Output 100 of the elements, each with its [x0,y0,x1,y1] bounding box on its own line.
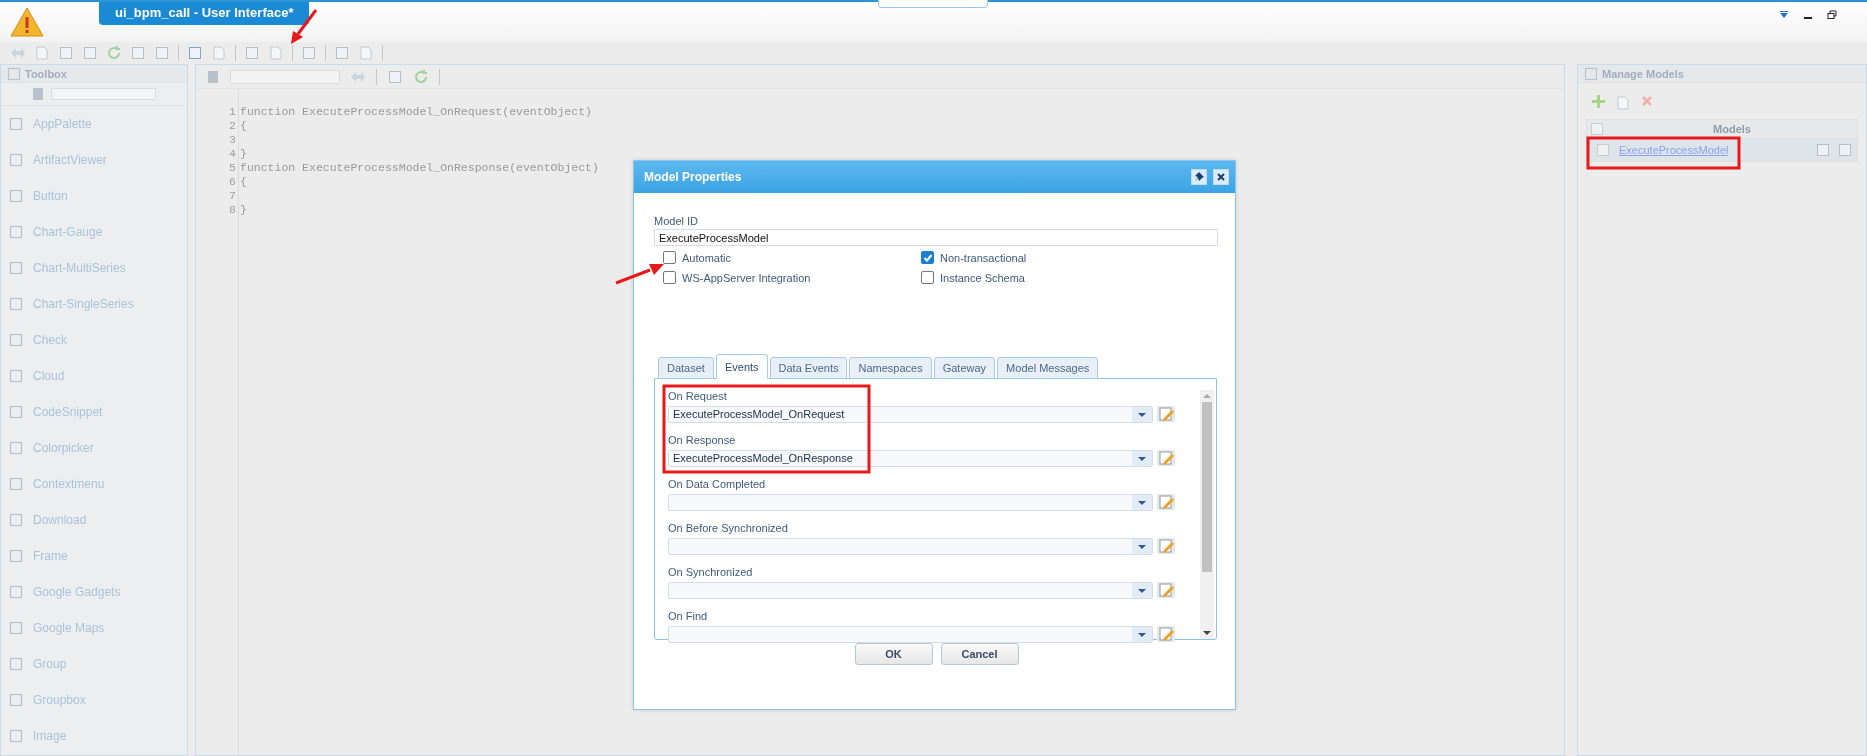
edit-script-icon[interactable] [1156,625,1176,643]
panel-icon [7,66,21,81]
dropdown-icon [1132,494,1152,510]
edit-script-icon[interactable] [1156,449,1176,467]
code-line: function ExecuteProcessModel_OnResponse(eventObject) [240,161,599,175]
event-select[interactable] [668,581,1153,599]
close-button[interactable] [1213,169,1229,185]
field-label: On Response [668,434,736,447]
dropdown-icon[interactable] [1779,10,1789,20]
toolbox-item[interactable]: Frame [1,538,187,574]
dropdown-icon [1132,538,1152,554]
field-label: On Before Synchronized [668,522,788,535]
search-field[interactable] [230,69,340,84]
toolbox-item[interactable]: ArtifactViewer [1,142,187,178]
field-label: On Request [668,390,727,403]
code-line: function ExecuteProcessModel_OnRequest(eventObject) [240,105,593,119]
dropdown-icon [1132,450,1152,466]
line-number: 8 [229,203,236,217]
toolbox-item[interactable]: Download [1,502,187,538]
toolbox-item[interactable]: Button [1,178,187,214]
tab[interactable]: Model Messages [997,357,1099,379]
toolbox-item[interactable]: Colorpicker [1,430,187,466]
component-icon [9,153,23,167]
close-icon [1216,172,1226,182]
restore-icon[interactable] [1827,10,1837,20]
event-select[interactable]: ExecuteProcessModel_OnRequest [668,405,1153,423]
edit-script-icon[interactable] [1156,405,1176,423]
tab[interactable]: Gateway [933,357,996,379]
component-icon [9,693,23,707]
event-select[interactable] [668,493,1153,511]
checkbox[interactable] [921,271,934,284]
checkbox[interactable] [663,251,676,264]
model-id-field[interactable]: ExecuteProcessModel [654,229,1218,246]
dialog-title: Model Properties [644,170,743,184]
scroll-down-icon [1203,630,1211,636]
edit-script-icon[interactable] [1156,581,1176,599]
add-icon[interactable] [1592,95,1605,108]
toolbox-item[interactable]: Google Gadgets [1,574,187,610]
refresh-icon[interactable] [106,45,122,61]
checkbox-label: Automatic [682,251,731,264]
line-number: 4 [229,147,236,161]
line-number: 3 [229,133,236,147]
field-label: Model ID [654,215,699,228]
component-icon [9,657,23,671]
toolbox-item[interactable]: Groupbox [1,682,187,718]
component-icon [9,117,23,131]
delete-icon[interactable] [1641,95,1653,107]
toolbox-item[interactable]: Group [1,646,187,682]
dialog-button[interactable]: OK [854,643,933,665]
component-icon [9,333,23,347]
handle-tab[interactable] [878,0,988,8]
code-line: { [240,175,248,189]
code-line: } [240,147,248,161]
checkbox[interactable] [921,251,934,264]
tab[interactable]: Namespaces [849,357,932,379]
window-title: ui_bpm_call - User Interface* [99,2,310,25]
toolbox-item[interactable]: Chart-SingleSeries [1,286,187,322]
scrollbar[interactable] [1200,390,1214,639]
checkbox-label: Instance Schema [940,271,1025,284]
line-number: 6 [229,175,236,189]
line-number: 5 [229,161,236,175]
component-icon [9,261,23,275]
component-icon [9,405,23,419]
toolbox-item[interactable]: CodeSnippet [1,394,187,430]
edit-script-icon[interactable] [1156,493,1176,511]
new-file-icon[interactable] [34,45,50,61]
toolbox-item[interactable]: Check [1,322,187,358]
toolbox-item[interactable]: Google Maps [1,610,187,646]
toolbox-item[interactable]: Chart-MultiSeries [1,250,187,286]
event-select[interactable] [668,625,1153,643]
component-icon [9,549,23,563]
component-icon [9,225,23,239]
toolbox-item[interactable]: Image [1,718,187,754]
edit-script-icon[interactable] [1156,537,1176,555]
tab[interactable]: Dataset [658,357,714,379]
pin-button[interactable] [1191,169,1207,185]
dropdown-icon [1132,406,1152,422]
toolbox-item[interactable]: AppPalette [1,106,187,142]
dialog-button[interactable]: Cancel [940,643,1019,665]
code-line: } [240,203,248,217]
checkbox[interactable] [1597,144,1609,156]
event-select[interactable]: ExecuteProcessModel_OnResponse [668,449,1153,467]
event-select[interactable] [668,537,1153,555]
line-number: 1 [229,105,236,119]
checkmark-icon [922,252,933,263]
toolbox-item[interactable]: Chart-Gauge [1,214,187,250]
refresh-icon[interactable] [413,68,429,85]
dropdown-icon [1132,626,1152,642]
checkbox[interactable] [663,271,676,284]
toolbox-item[interactable]: Cloud [1,358,187,394]
tab[interactable]: Data Events [769,357,848,379]
toolbox-item[interactable]: Contextmenu [1,466,187,502]
search-field[interactable] [51,88,156,100]
dropdown-icon [1132,582,1152,598]
component-icon [9,369,23,383]
checkbox[interactable] [1591,123,1603,135]
warning-icon [10,6,44,38]
panel-icon [1584,66,1598,81]
column-header: Models [1712,123,1752,135]
tab[interactable]: Events [715,354,768,379]
